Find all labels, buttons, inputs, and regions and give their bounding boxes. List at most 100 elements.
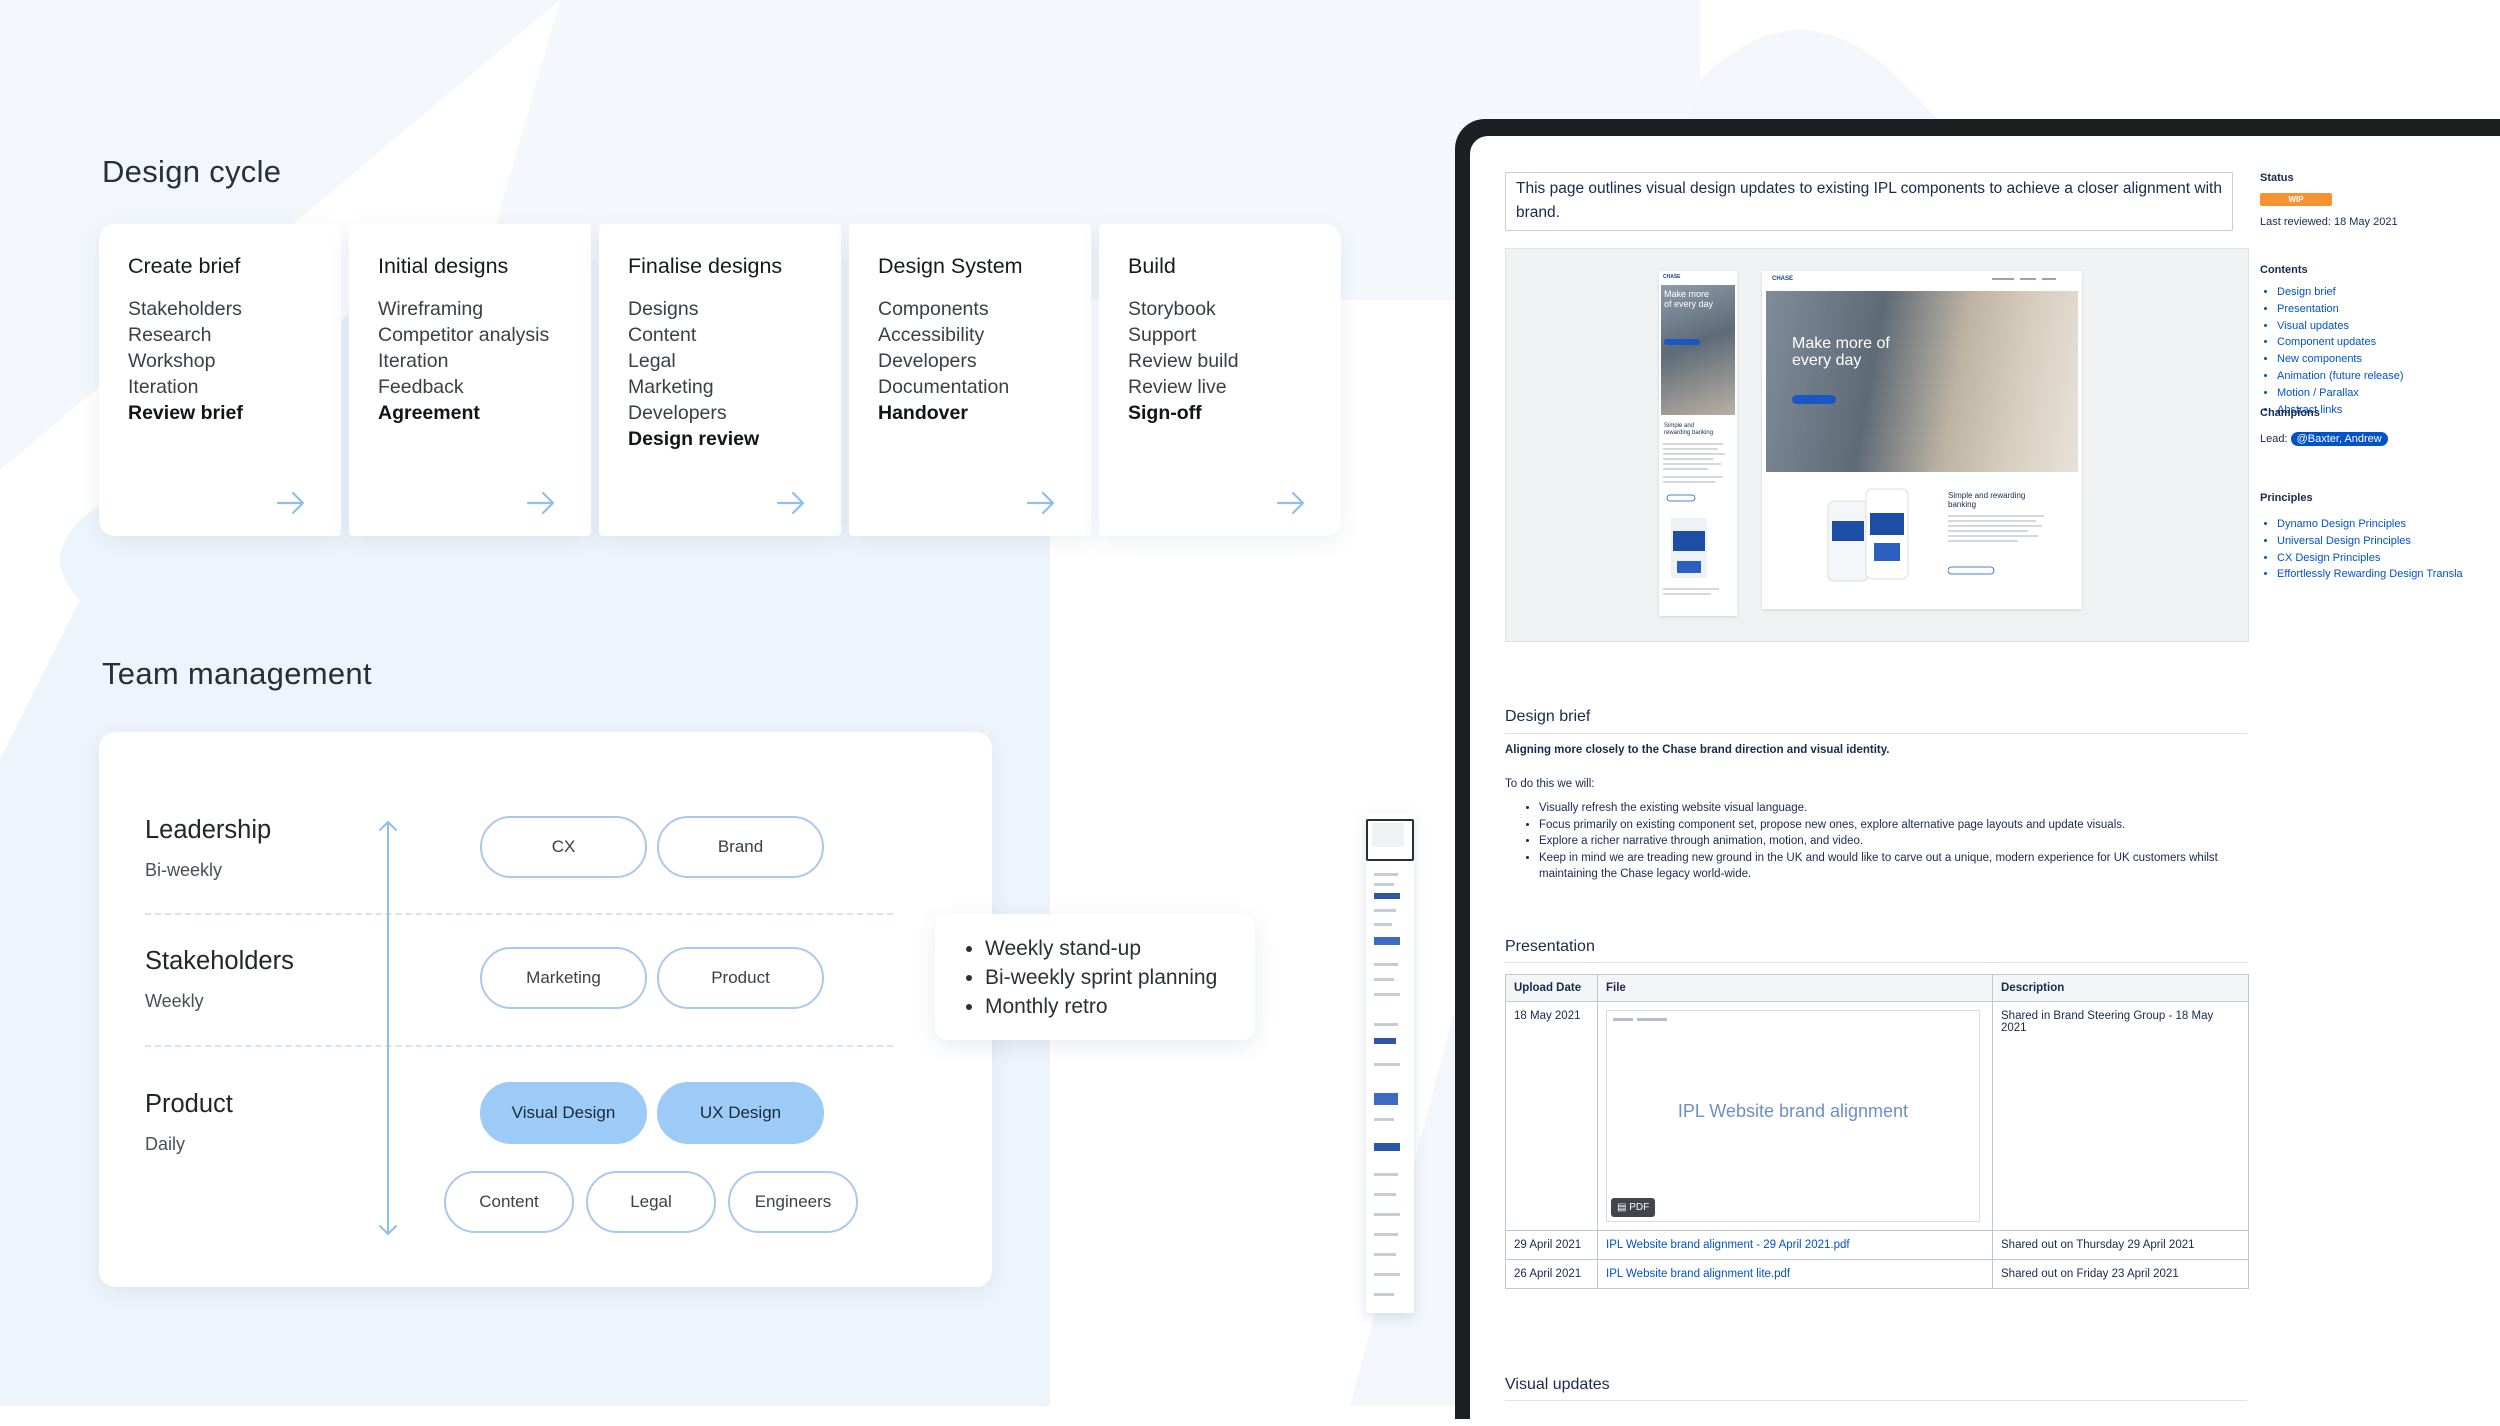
stage-final-item: Sign-off	[1128, 402, 1202, 424]
stage-items: Stakeholders Research Workshop Iteration…	[128, 296, 243, 426]
team-pill-legal: Legal	[586, 1171, 716, 1233]
table-header-row: Upload Date File Description	[1505, 974, 2249, 1002]
principle-link[interactable]: Universal Design Principles	[2277, 533, 2500, 550]
lead-label: Lead:	[2260, 433, 2288, 445]
last-reviewed: Last reviewed: 18 May 2021	[2260, 216, 2398, 228]
contents-link[interactable]: Design brief	[2277, 284, 2404, 301]
meeting-item: Weekly stand-up	[985, 934, 1255, 963]
description-cell: Shared out on Friday 23 April 2021	[1992, 1259, 2249, 1289]
laptop-screen-document: This page outlines visual design updates…	[1470, 136, 2500, 1426]
team-pill-product: Product	[657, 947, 824, 1009]
principle-link[interactable]: CX Design Principles	[2277, 550, 2500, 567]
desktop-hero-photo	[1766, 291, 2078, 472]
stage-card-initial-designs: Initial designs Wireframing Competitor a…	[349, 224, 591, 536]
contents-link[interactable]: Visual updates	[2277, 318, 2404, 335]
mobile-cta-button	[1664, 339, 1700, 345]
arrow-right-icon	[776, 491, 805, 515]
design-brief-heading: Design brief	[1505, 708, 1591, 725]
presentation-heading: Presentation	[1505, 938, 1595, 955]
stage-item: Review build	[1128, 350, 1239, 372]
stage-items: Wireframing Competitor analysis Iteratio…	[378, 296, 549, 426]
team-pill-visual-design: Visual Design	[480, 1082, 647, 1144]
role-name-stakeholders: Stakeholders	[145, 947, 294, 975]
upload-date-cell: 18 May 2021	[1505, 1001, 1598, 1231]
pdf-preview[interactable]: IPL Website brand alignment ▤ PDF	[1606, 1010, 1980, 1222]
team-pill-marketing: Marketing	[480, 947, 647, 1009]
role-frequency: Daily	[145, 1134, 186, 1154]
stage-item: Iteration	[378, 350, 449, 372]
meeting-item: Bi-weekly sprint planning	[985, 963, 1255, 992]
stage-final-item: Agreement	[378, 402, 480, 424]
file-link[interactable]: IPL Website brand alignment - 29 April 2…	[1606, 1239, 1850, 1251]
brand-logo: CHASE	[1663, 274, 1681, 280]
stage-item: Review live	[1128, 376, 1227, 398]
arrow-right-icon	[526, 491, 555, 515]
desktop-nav	[1992, 278, 2056, 280]
description-cell: Shared in Brand Steering Group - 18 May …	[1992, 1001, 2249, 1231]
file-cell: IPL Website brand alignment ▤ PDF	[1597, 1001, 1993, 1231]
pdf-preview-title: IPL Website brand alignment	[1677, 1101, 1909, 1121]
user-mention[interactable]: @Baxter, Andrew	[2290, 432, 2388, 446]
file-link[interactable]: IPL Website brand alignment lite.pdf	[1606, 1268, 1790, 1280]
contents-list: Design brief Presentation Visual updates…	[2260, 284, 2404, 418]
stage-item: Workshop	[128, 350, 216, 372]
stage-items: Components Accessibility Developers Docu…	[878, 296, 1009, 426]
stage-item: Stakeholders	[128, 298, 242, 320]
vertical-range-arrow-icon	[379, 821, 397, 1235]
stage-item: Feedback	[378, 376, 464, 398]
arrow-right-icon	[1276, 491, 1305, 515]
desktop-mockup: CHASE Make more of every day Simple and …	[1762, 271, 2082, 609]
stage-card-design-system: Design System Components Accessibility D…	[849, 224, 1091, 536]
list-item: Explore a richer narrative through anima…	[1539, 833, 2249, 850]
mobile-hero-heading: Make more of every day	[1664, 289, 1714, 309]
meetings-card: Weekly stand-up Bi-weekly sprint plannin…	[935, 914, 1255, 1040]
role-name-leadership: Leadership	[145, 816, 272, 844]
presentation-table: Upload Date File Description 18 May 2021…	[1505, 974, 2249, 1289]
file-cell: IPL Website brand alignment lite.pdf	[1597, 1259, 1993, 1289]
champions-label: Champions	[2260, 407, 2320, 419]
contents-link[interactable]: Presentation	[2277, 301, 2404, 318]
principle-link[interactable]: Effortlessly Rewarding Design Transla	[2277, 566, 2500, 583]
divider	[1505, 1400, 2247, 1401]
stage-final-item: Handover	[878, 402, 968, 424]
desktop-sub-heading: Simple and rewarding banking	[1948, 491, 2026, 509]
stage-final-item: Design review	[628, 428, 760, 450]
visual-updates-heading: Visual updates	[1505, 1376, 1610, 1393]
team-pill-ux-design: UX Design	[657, 1082, 824, 1144]
contents-link[interactable]: Component updates	[2277, 334, 2404, 351]
team-pill-cx: CX	[480, 816, 647, 878]
upload-date-cell: 29 April 2021	[1505, 1230, 1598, 1260]
role-frequency: Bi-weekly	[145, 860, 223, 880]
principle-link[interactable]: Dynamo Design Principles	[2277, 516, 2500, 533]
mobile-sub-heading: Simple and rewarding banking	[1664, 423, 1714, 436]
design-brief-list: Visually refresh the existing website vi…	[1525, 800, 2249, 883]
column-header: Description	[1992, 974, 2249, 1002]
contents-link[interactable]: New components	[2277, 351, 2404, 368]
desktop-hero-heading: Make more of every day	[1792, 335, 1890, 369]
design-cycle-row: Create brief Stakeholders Research Works…	[99, 224, 1341, 536]
design-cycle-title: Design cycle	[102, 154, 282, 189]
mobile-mockup: CHASE Make more of every day Simple and …	[1659, 271, 1737, 616]
stage-item: Developers	[878, 350, 977, 372]
page-scroll-minimap[interactable]	[1366, 813, 1414, 1313]
minimap-viewport-frame[interactable]	[1366, 819, 1414, 861]
pdf-file-icon: ▤	[1617, 1202, 1630, 1213]
meetings-list: Weekly stand-up Bi-weekly sprint plannin…	[935, 914, 1255, 1021]
meeting-item: Monthly retro	[985, 992, 1255, 1021]
stage-item: Storybook	[1128, 298, 1216, 320]
column-header: File	[1597, 974, 1993, 1002]
design-brief-lead: Aligning more closely to the Chase brand…	[1505, 744, 1890, 756]
team-pill-engineers: Engineers	[728, 1171, 858, 1233]
contents-link[interactable]: Motion / Parallax	[2277, 385, 2404, 402]
stage-item: Designs	[628, 298, 699, 320]
contents-link[interactable]: Animation (future release)	[2277, 368, 2404, 385]
team-management-title: Team management	[102, 656, 372, 691]
arrow-right-icon	[1026, 491, 1055, 515]
desktop-phones-illustration	[1827, 488, 1909, 582]
stage-title: Design System	[878, 254, 1023, 278]
stage-item: Marketing	[628, 376, 714, 398]
page-summary-panel: This page outlines visual design updates…	[1505, 172, 2233, 231]
lead-row: Lead: @Baxter, Andrew	[2260, 432, 2388, 446]
pdf-header-lines	[1613, 1018, 1667, 1021]
stage-item: Competitor analysis	[378, 324, 550, 346]
